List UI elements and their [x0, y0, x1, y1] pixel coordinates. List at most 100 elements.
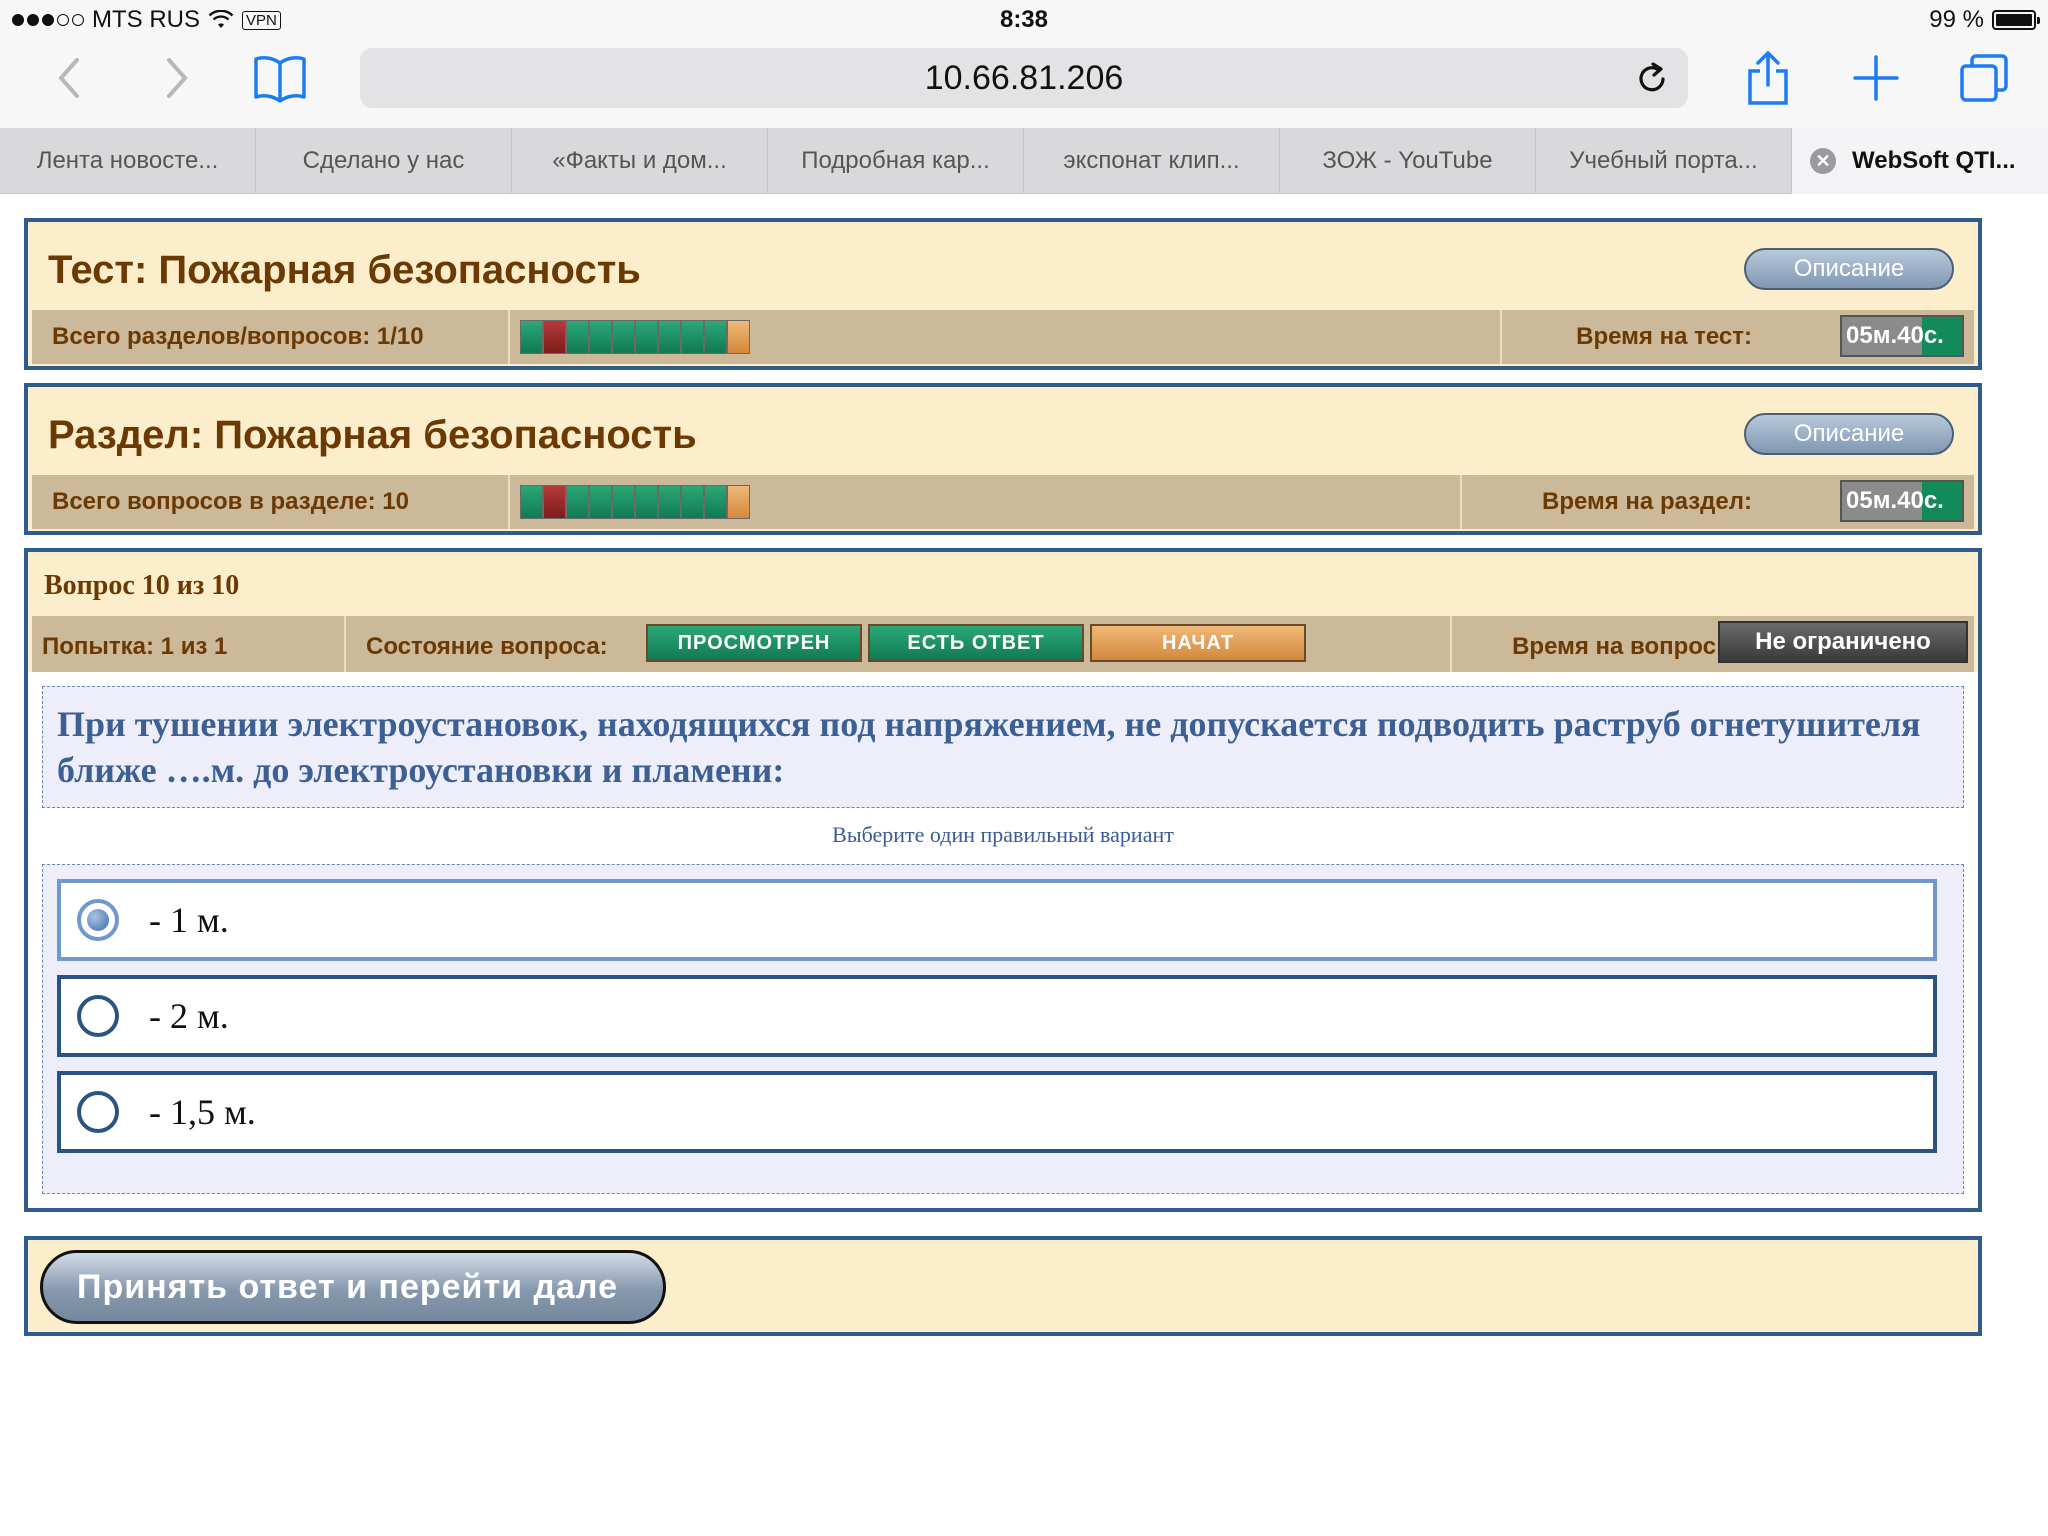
chevron-left-icon: [58, 58, 79, 98]
tab-strip: Лента новосте... Сделано у нас «Факты и …: [0, 128, 2048, 194]
radio-button[interactable]: [77, 1091, 119, 1133]
divider: [508, 475, 510, 529]
divider: [1500, 310, 1502, 364]
tab-label: Сделано у нас: [302, 147, 465, 174]
question-body: При тушении электроустановок, находящихс…: [24, 672, 1982, 1212]
address-bar[interactable]: 10.66.81.206: [360, 48, 1688, 108]
section-timer-value: 05м.40с.: [1846, 487, 1944, 514]
back-button[interactable]: [40, 48, 100, 108]
close-tab-icon[interactable]: ✕: [1810, 148, 1836, 174]
radio-button[interactable]: [77, 995, 119, 1037]
section-info-bar: Всего вопросов в разделе: 10 Время на ра…: [32, 475, 1974, 529]
progress-segment-1: [521, 486, 542, 518]
bookmarks-button[interactable]: [250, 48, 310, 108]
radio-button-selected[interactable]: [77, 899, 119, 941]
answer-option-1-5m[interactable]: - 1,5 м.: [57, 1071, 1937, 1153]
section-description-button[interactable]: Описание: [1744, 413, 1954, 455]
state-badge-answered: ЕСТЬ ОТВЕТ: [868, 624, 1084, 662]
test-description-button[interactable]: Описание: [1744, 248, 1954, 290]
state-badge-started: НАЧАТ: [1090, 624, 1306, 662]
progress-segment-5: [613, 321, 634, 353]
progress-segment-6: [636, 321, 657, 353]
answer-hint: Выберите один правильный вариант: [832, 822, 1174, 847]
test-timer: 05м.40с.: [1840, 315, 1964, 357]
progress-segment-4: [590, 321, 611, 353]
tab-detailed-map[interactable]: Подробная кар...: [768, 128, 1024, 194]
section-progress-bar: [520, 485, 750, 519]
progress-segment-9: [705, 321, 726, 353]
progress-segment-9: [705, 486, 726, 518]
tab-made-here[interactable]: Сделано у нас: [256, 128, 512, 194]
progress-segment-7: [659, 321, 680, 353]
progress-segment-5: [613, 486, 634, 518]
tab-websoft-qti[interactable]: ✕ WebSoft QTI...: [1792, 128, 2048, 194]
attempt-counter: Попытка: 1 из 1: [42, 633, 228, 660]
answer-option-label: - 2 м.: [149, 996, 229, 1036]
question-info-bar: Попытка: 1 из 1 Состояние вопроса: ПРОСМ…: [32, 616, 1974, 678]
forward-button[interactable]: [146, 48, 206, 108]
tab-label: WebSoft QTI...: [1852, 147, 2016, 174]
question-time-label: Время на вопрос:: [1512, 633, 1724, 660]
plus-icon: [1853, 55, 1899, 101]
browser-toolbar: 10.66.81.206: [0, 40, 2048, 128]
answer-option-2m[interactable]: - 2 м.: [57, 975, 1937, 1057]
progress-segment-3: [567, 486, 588, 518]
test-question-count: Всего разделов/вопросов: 1/10: [52, 323, 424, 350]
answer-option-1m[interactable]: - 1 м.: [57, 879, 1937, 961]
question-time-value: Не ограничено: [1718, 621, 1968, 663]
share-icon: [1748, 51, 1788, 105]
question-state-label: Состояние вопроса:: [366, 633, 608, 660]
book-icon: [254, 56, 306, 103]
section-title: Раздел: Пожарная безопасность: [48, 413, 697, 457]
answer-option-label: - 1 м.: [149, 900, 229, 940]
test-timer-value: 05м.40с.: [1846, 322, 1944, 349]
question-text: При тушении электроустановок, находящихс…: [42, 686, 1964, 808]
divider: [508, 310, 510, 364]
tab-exhibit[interactable]: экспонат клип...: [1024, 128, 1280, 194]
progress-segment-10: [728, 486, 749, 518]
question-number: Вопрос 10 из 10: [44, 570, 240, 601]
progress-segment-8: [682, 486, 703, 518]
divider: [1450, 616, 1452, 678]
test-time-label: Время на тест:: [1576, 323, 1752, 350]
test-panel: Тест: Пожарная безопасность Описание Все…: [24, 218, 1982, 370]
tabs-icon: [1960, 54, 2008, 102]
section-timer: 05м.40с.: [1840, 480, 1964, 522]
progress-segment-10: [728, 321, 749, 353]
tab-label: «Факты и дом...: [552, 147, 727, 174]
clock: 8:38: [999, 6, 1049, 33]
tab-facts[interactable]: «Факты и дом...: [512, 128, 768, 194]
progress-segment-1: [521, 321, 542, 353]
test-title: Тест: Пожарная безопасность: [48, 248, 641, 292]
tab-news-feed[interactable]: Лента новосте...: [0, 128, 256, 194]
chevron-right-icon: [167, 58, 188, 98]
battery-status: 99 %: [1929, 6, 2040, 34]
footer-panel: Принять ответ и перейти дале: [24, 1236, 1982, 1336]
tab-label: Подробная кар...: [801, 147, 990, 174]
tab-label: экспонат клип...: [1063, 147, 1240, 174]
divider: [344, 616, 346, 678]
tab-label: Лента новосте...: [36, 147, 219, 174]
progress-segment-2: [544, 486, 565, 518]
url-text: 10.66.81.206: [924, 59, 1124, 97]
progress-segment-2: [544, 321, 565, 353]
new-tab-button[interactable]: [1846, 48, 1906, 108]
progress-segment-8: [682, 321, 703, 353]
reload-icon[interactable]: [1634, 60, 1670, 96]
answer-options: - 1 м. - 2 м. - 1,5 м.: [42, 864, 1964, 1194]
battery-icon: [1992, 10, 2040, 30]
progress-segment-3: [567, 321, 588, 353]
submit-answer-button[interactable]: Принять ответ и перейти дале: [40, 1250, 666, 1324]
tab-label: Учебный порта...: [1569, 147, 1758, 174]
battery-percent: 99 %: [1929, 6, 1984, 33]
answer-option-label: - 1,5 м.: [149, 1092, 256, 1132]
tab-youtube[interactable]: ЗОЖ - YouTube: [1280, 128, 1536, 194]
tabs-overview-button[interactable]: [1954, 48, 2014, 108]
test-progress-bar: [520, 320, 750, 354]
share-button[interactable]: [1738, 48, 1798, 108]
state-badge-viewed: ПРОСМОТРЕН: [646, 624, 862, 662]
tab-label: ЗОЖ - YouTube: [1322, 147, 1493, 174]
progress-segment-4: [590, 486, 611, 518]
tab-learning-portal[interactable]: Учебный порта...: [1536, 128, 1792, 194]
section-time-label: Время на раздел:: [1541, 488, 1752, 515]
